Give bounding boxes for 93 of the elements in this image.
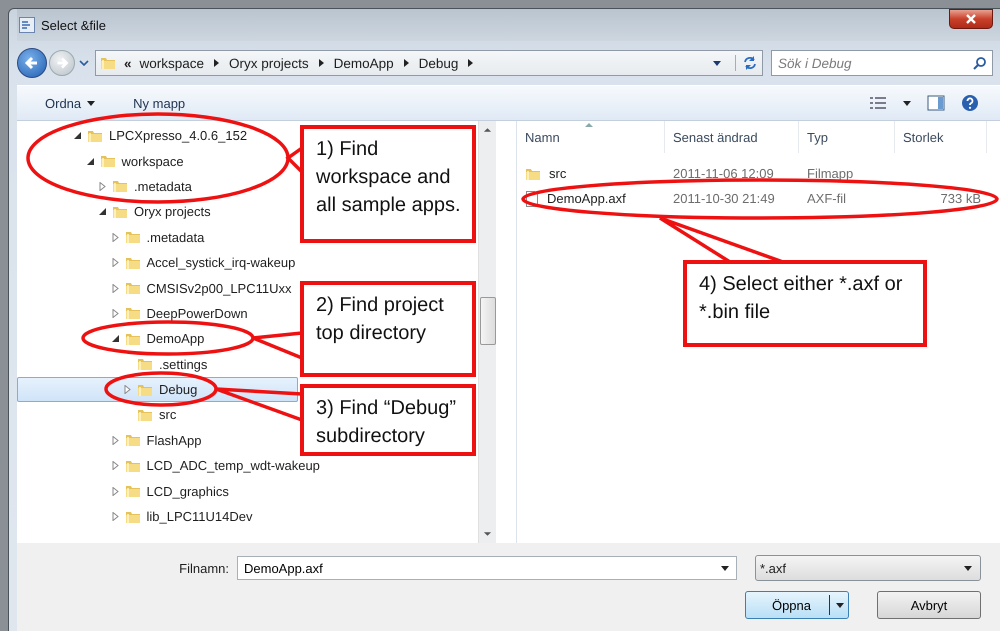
collapsed-arrow-icon[interactable] [112, 232, 118, 242]
tree-item[interactable]: LCD_graphics [17, 478, 230, 504]
breadcrumb[interactable]: Debug [418, 56, 458, 70]
breadcrumb[interactable]: DemoApp [334, 56, 394, 70]
tree-item[interactable]: Accel_systick_irq-wakeup [17, 250, 296, 276]
caret-icon [87, 100, 96, 106]
collapsed-arrow-icon[interactable] [99, 182, 106, 191]
overflow-chevron[interactable]: « [124, 56, 132, 70]
collapsed-arrow-icon[interactable] [112, 461, 118, 470]
tree-item[interactable]: LCD_ADC_temp_wdt-wakeup [17, 453, 321, 478]
tree-item[interactable]: DeepPowerDown [17, 300, 249, 326]
file-name[interactable]: DemoApp.axf [517, 190, 665, 206]
window-title: Select &file [41, 18, 106, 32]
folder-icon [124, 483, 140, 500]
tree-item[interactable]: .settings [17, 352, 208, 377]
column-header[interactable]: Storlek [895, 121, 987, 153]
collapsed-arrow-icon[interactable] [124, 385, 131, 394]
history-caret-icon[interactable] [79, 60, 89, 66]
folder-icon [124, 280, 140, 296]
callout-box: 3) Find “Debug” subdirectory [300, 384, 476, 456]
tree-item[interactable]: DemoApp [17, 326, 206, 352]
callout-box: 2) Find project top directory [300, 281, 476, 377]
toolbar-button[interactable]: Ny mapp [125, 92, 194, 114]
folder-icon [112, 178, 128, 194]
expanded-arrow-icon[interactable] [74, 132, 81, 140]
folder-icon [124, 432, 140, 448]
folder-icon [124, 305, 140, 322]
scroll-thumb[interactable] [480, 297, 496, 345]
table-cell-text: 2011-11-06 12:09 [672, 166, 775, 181]
tree-item[interactable]: .metadata [17, 224, 206, 250]
file-type-dropdown[interactable]: *.axf [755, 555, 981, 581]
column-header[interactable]: Typ [799, 121, 895, 153]
expanded-arrow-icon[interactable] [86, 158, 94, 165]
search-field[interactable]: Sök i Debug [771, 50, 993, 76]
close-icon [965, 13, 977, 25]
tree-item[interactable]: CMSISv2p00_LPC11Uxx [17, 275, 292, 301]
table-cell-text: 733 kB [940, 191, 982, 206]
tree-item[interactable]: lib_LPC11U14Dev [17, 504, 254, 530]
menu-button[interactable]: Ordna [37, 92, 104, 114]
sort-arrow-icon [585, 123, 593, 127]
collapsed-arrow-icon[interactable] [112, 486, 118, 496]
expanded-arrow-icon[interactable] [99, 208, 106, 216]
collapsed-arrow-icon[interactable] [112, 436, 118, 445]
search-icon[interactable] [973, 56, 987, 70]
table-cell-text: Filmapp [806, 166, 854, 181]
chevron-icon[interactable] [468, 59, 474, 67]
filename-field[interactable]: DemoApp.axf [237, 556, 737, 580]
table-cell-text: 2011-10-30 21:49 [672, 191, 776, 206]
back-button[interactable] [17, 48, 47, 78]
caret-icon[interactable] [836, 602, 844, 608]
caret-icon[interactable] [721, 566, 729, 571]
tree-item[interactable]: src [17, 402, 178, 428]
scroll-down-icon[interactable] [483, 531, 492, 537]
view-list-icon[interactable] [869, 96, 887, 110]
folder-icon [124, 229, 140, 246]
folder-icon [137, 356, 153, 372]
column-header[interactable]: Namn [517, 121, 665, 153]
collapsed-arrow-icon[interactable] [112, 258, 118, 268]
preview-pane-icon[interactable] [927, 95, 945, 111]
tree-item[interactable]: FlashApp [17, 428, 202, 454]
folder-icon [100, 153, 116, 170]
breadcrumb[interactable]: workspace [140, 56, 204, 70]
tree-item[interactable]: Oryx projects [17, 199, 212, 225]
tree-item[interactable]: workspace [17, 148, 185, 174]
expanded-arrow-icon[interactable] [112, 335, 118, 342]
address-bar[interactable]: « workspace Oryx projects DemoApp Debug [95, 50, 763, 76]
caret-icon[interactable] [713, 60, 721, 66]
close-button[interactable] [949, 9, 993, 29]
filename-label: Filnamn: [179, 560, 229, 576]
collapsed-arrow-icon[interactable] [112, 512, 118, 522]
callout-box: 1) Find workspace and all sample apps. [300, 125, 476, 243]
tree-item[interactable]: .metadata [17, 174, 193, 200]
file-name[interactable]: src [517, 166, 665, 182]
chevron-icon[interactable] [318, 59, 324, 67]
callout-box: 4) Select either *.axf or *.bin file [683, 260, 927, 347]
open-button[interactable]: Öppna [745, 591, 849, 619]
chevron-icon[interactable] [214, 59, 220, 67]
folder-icon [100, 55, 116, 71]
help-icon[interactable] [961, 94, 979, 112]
column-header[interactable]: Senast ändrad [665, 121, 799, 153]
tree-item[interactable]: LPCXpresso_4.0.6_152 [17, 123, 248, 148]
collapsed-arrow-icon[interactable] [112, 308, 118, 318]
scroll-up-icon[interactable] [483, 127, 492, 133]
caret-icon[interactable] [903, 100, 911, 106]
chevron-icon[interactable] [404, 59, 409, 67]
refresh-icon[interactable] [735, 55, 758, 71]
caret-icon [964, 566, 972, 570]
collapsed-arrow-icon[interactable] [112, 284, 118, 293]
app-icon [19, 17, 35, 33]
cancel-button[interactable]: Avbryt [877, 591, 981, 619]
scrollbar[interactable] [478, 121, 496, 543]
table-cell-text: AXF-fil [806, 191, 847, 206]
breadcrumb[interactable]: Oryx projects [229, 56, 309, 70]
